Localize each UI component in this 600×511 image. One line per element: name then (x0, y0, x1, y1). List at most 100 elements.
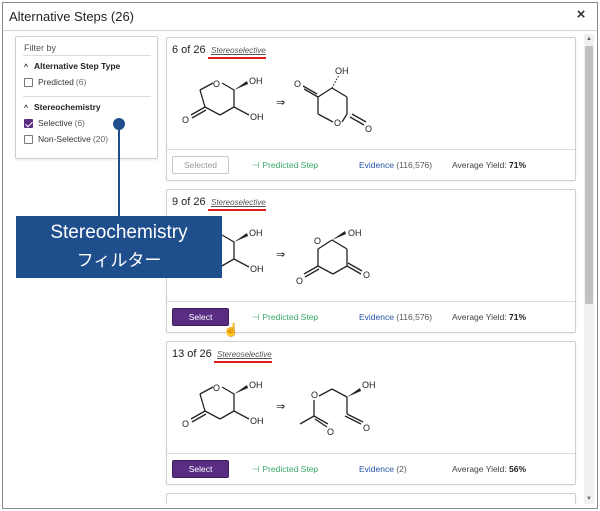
underline-highlight (208, 209, 266, 211)
atom-label: O (311, 390, 318, 400)
evidence-count: (2) (396, 464, 407, 474)
scrollbar-thumb[interactable] (585, 46, 593, 304)
reaction-structure: O OH O OH ⇒ O OH O O (182, 66, 372, 134)
reaction-structure: OH OH ⇒ O OH O O (219, 228, 370, 286)
average-yield: Average Yield: 56% (452, 464, 526, 474)
evidence-count: (116,576) (396, 160, 433, 170)
callout-dot (113, 118, 125, 130)
predicted-step: ⊣ Predicted Step (252, 312, 318, 323)
reaction-arrow-icon: ⇒ (276, 248, 285, 261)
filter-option-selective[interactable]: Selective (6) (24, 118, 85, 128)
hand-cursor-icon: ☝ (223, 322, 240, 337)
filter-option-predicted[interactable]: Predicted (6) (24, 77, 86, 87)
callout-line1: Stereochemistry (50, 222, 188, 243)
filter-heading: Filter by (24, 43, 57, 53)
evidence-link[interactable]: Evidence (116,576) (359, 160, 432, 170)
option-label: Non-Selective (38, 134, 91, 144)
atom-label: OH (249, 76, 263, 86)
yield-label: Average Yield: (452, 312, 507, 322)
card-footer: Selected ⊣ Predicted Step Evidence (116,5… (167, 149, 575, 180)
section-title: Stereochemistry (34, 102, 101, 112)
atom-label: OH (335, 66, 349, 76)
predicted-step-label: Predicted Step (262, 464, 319, 474)
reaction-structure: O OH O OH ⇒ O OH O O (182, 380, 376, 437)
atom-label: OH (250, 416, 264, 426)
yield-value: 71% (509, 312, 527, 322)
filter-panel: Filter by ^ Alternative Step Type Predict… (15, 36, 158, 159)
predicted-step: ⊣ Predicted Step (252, 160, 318, 171)
section-title: Alternative Step Type (34, 61, 121, 71)
stereochemistry-callout: Stereochemistry フィルター (16, 216, 222, 278)
reaction-arrow-icon: ⇒ (276, 96, 285, 109)
filter-option-non-selective[interactable]: Non-Selective (20) (24, 134, 108, 144)
atom-label: O (182, 419, 189, 429)
atom-label: O (314, 236, 321, 246)
atom-label: O (213, 79, 220, 89)
option-count: (6) (75, 77, 87, 87)
atom-label: OH (362, 380, 376, 390)
result-card: 6 of 26 Stereoselective O OH O OH ⇒ O OH… (166, 37, 576, 181)
checkbox-icon[interactable] (24, 77, 33, 87)
underline-highlight (208, 57, 266, 59)
atom-label: O (334, 118, 341, 128)
atom-label: O (296, 276, 303, 286)
option-count: (20) (92, 134, 109, 144)
result-card: 9 of 26 Stereoselective OH OH ⇒ O OH O O (166, 189, 576, 333)
chevron-up-icon: ^ (24, 105, 29, 112)
option-label: Selective (38, 118, 73, 128)
stereo-tag: Stereoselective (211, 46, 266, 55)
divider (23, 96, 151, 97)
atom-label: O (363, 270, 370, 280)
scroll-down-icon[interactable]: ▼ (584, 494, 594, 504)
yield-value: 56% (509, 464, 527, 474)
results-list[interactable]: 6 of 26 Stereoselective O OH O OH ⇒ O OH… (164, 34, 580, 504)
yield-label: Average Yield: (452, 464, 507, 474)
checkbox-checked-icon[interactable] (24, 118, 33, 128)
atom-label: OH (250, 112, 264, 122)
average-yield: Average Yield: 71% (452, 160, 526, 170)
select-button[interactable]: Select (172, 308, 229, 326)
evidence-label[interactable]: Evidence (359, 160, 394, 170)
divider (23, 55, 151, 56)
atom-label: OH (249, 380, 263, 390)
callout-line2: フィルター (76, 251, 162, 270)
dialog-header: Alternative Steps (26) × (3, 3, 597, 31)
close-icon[interactable]: × (573, 6, 589, 24)
evidence-link[interactable]: Evidence (2) (359, 464, 407, 474)
scroll-up-icon[interactable]: ▲ (584, 34, 594, 44)
predicted-step-label: Predicted Step (262, 312, 319, 322)
evidence-label[interactable]: Evidence (359, 312, 394, 322)
callout-connector (118, 123, 120, 216)
section-stereochemistry-header[interactable]: ^ Stereochemistry (24, 102, 101, 112)
yield-value: 71% (509, 160, 527, 170)
atom-label: O (294, 79, 301, 89)
evidence-link[interactable]: Evidence (116,576) (359, 312, 432, 322)
card-footer: Select ⊣ Predicted Step Evidence (2) Aver… (167, 453, 575, 484)
stereo-tag: Stereoselective (211, 198, 266, 207)
option-label: Predicted (38, 77, 74, 87)
atom-label: OH (250, 264, 264, 274)
results-scrollbar[interactable]: ▲ ▼ (584, 34, 594, 504)
atom-label: O (363, 423, 370, 433)
select-button[interactable]: Select (172, 460, 229, 478)
atom-label: OH (348, 228, 362, 238)
predicted-step-icon: ⊣ (252, 160, 260, 170)
predicted-step: ⊣ Predicted Step (252, 464, 318, 475)
result-count: 6 of 26 (172, 44, 206, 56)
predicted-step-icon: ⊣ (252, 312, 260, 322)
evidence-count: (116,576) (396, 312, 433, 322)
atom-label: O (327, 427, 334, 437)
evidence-label[interactable]: Evidence (359, 464, 394, 474)
checkbox-icon[interactable] (24, 134, 33, 144)
atom-label: O (213, 383, 220, 393)
reaction-arrow-icon: ⇒ (276, 400, 285, 413)
result-card: 13 of 26 Stereoselective O OH O OH ⇒ O O… (166, 341, 576, 485)
result-card (166, 493, 576, 504)
selected-button[interactable]: Selected (172, 156, 229, 174)
yield-label: Average Yield: (452, 160, 507, 170)
stereo-tag: Stereoselective (217, 350, 272, 359)
underline-highlight (214, 361, 272, 363)
section-step-type-header[interactable]: ^ Alternative Step Type (24, 61, 120, 71)
atom-label: O (365, 124, 372, 134)
atom-label: OH (249, 228, 263, 238)
